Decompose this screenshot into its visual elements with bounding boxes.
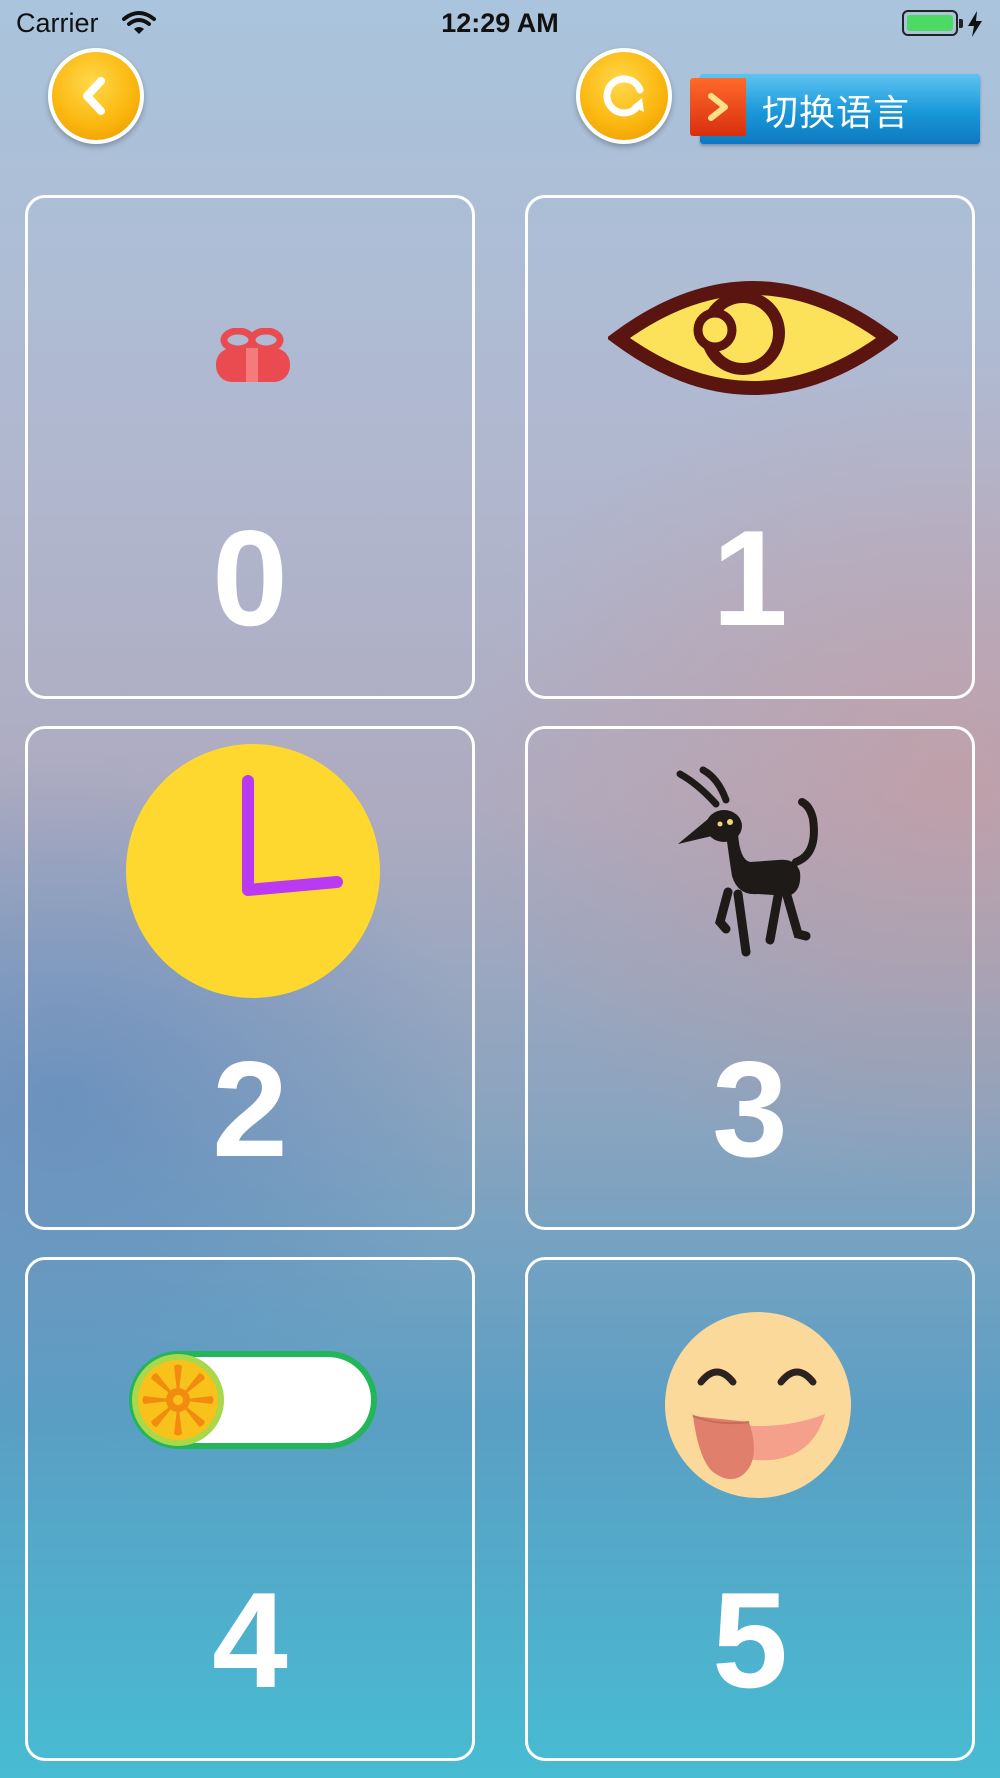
card-4[interactable]: 4	[25, 1257, 475, 1761]
back-button[interactable]	[48, 48, 144, 144]
switch-language-button[interactable]: 切换语言	[690, 72, 980, 144]
arrow-tab	[690, 78, 746, 136]
card-number: 4	[212, 1564, 288, 1716]
clock-icon	[126, 744, 380, 998]
refresh-button[interactable]	[576, 48, 672, 144]
clock: 12:29 AM	[441, 8, 559, 38]
eye-icon	[608, 281, 898, 395]
gift-icon	[216, 328, 290, 382]
card-number: 3	[712, 1033, 788, 1185]
charging-bolt-icon	[968, 11, 982, 37]
chevron-right-icon	[708, 93, 728, 121]
card-2[interactable]: 2	[25, 726, 475, 1230]
card-number: 0	[212, 502, 288, 654]
tongue-out-face-icon	[665, 1312, 851, 1498]
switch-language-label: 切换语言	[762, 92, 911, 133]
chevron-left-icon	[83, 77, 105, 115]
refresh-icon	[603, 75, 644, 117]
card-number: 2	[212, 1033, 288, 1185]
card-5[interactable]: 5	[525, 1257, 975, 1761]
battery-icon	[902, 10, 963, 36]
card-number: 5	[712, 1564, 788, 1716]
orange-toggle-icon	[129, 1351, 377, 1449]
card-number: 1	[712, 502, 788, 654]
card-1[interactable]: 1	[525, 195, 975, 699]
goat-icon	[676, 766, 818, 957]
status-bar: Carrier 12:29 AM	[0, 0, 1000, 50]
card-0[interactable]: 0	[25, 195, 475, 699]
card-3[interactable]: 3	[525, 726, 975, 1230]
